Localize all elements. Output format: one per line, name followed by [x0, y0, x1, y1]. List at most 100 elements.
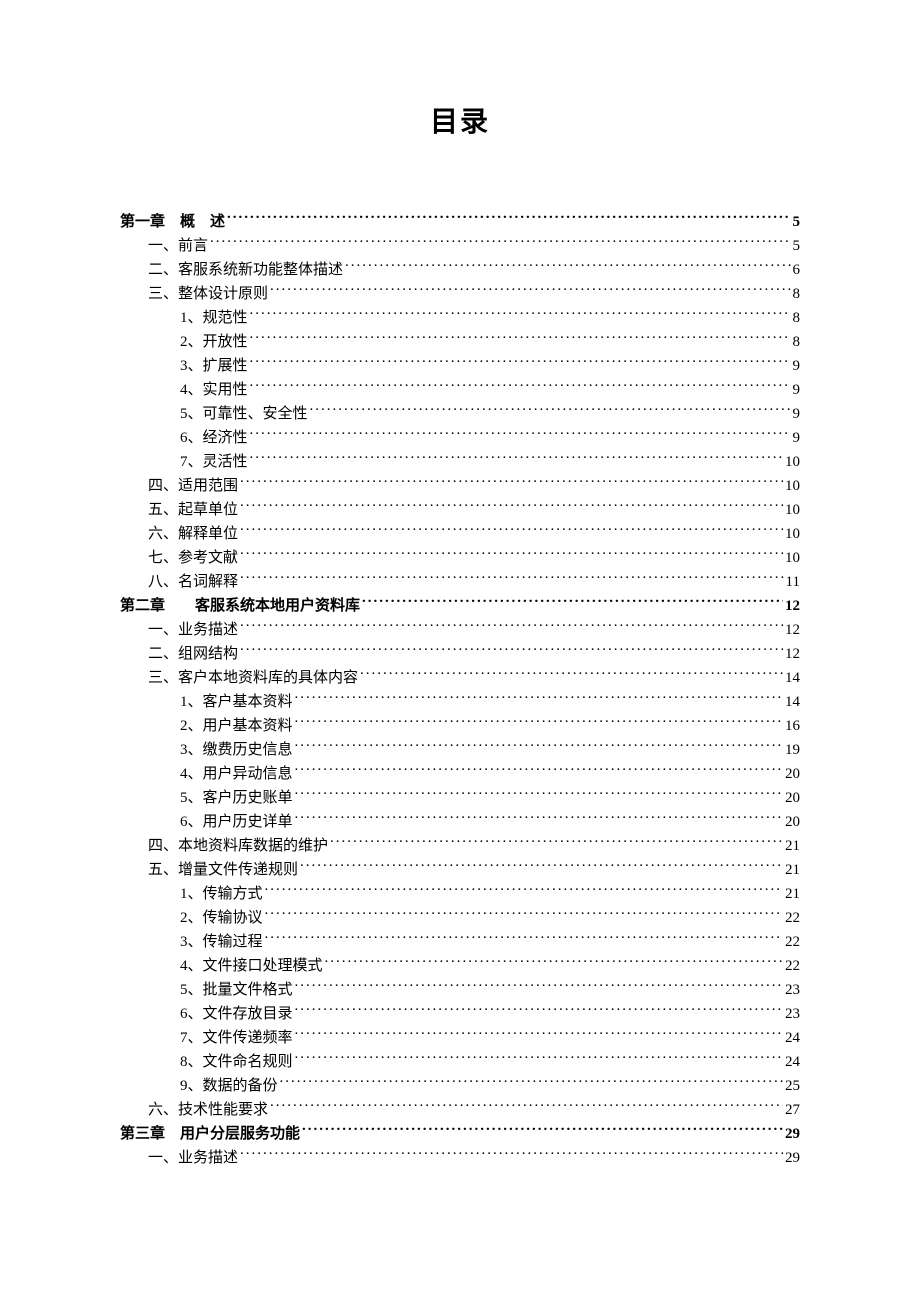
toc-entry-page: 21: [785, 834, 800, 858]
toc-entry[interactable]: 4、文件接口处理模式22: [120, 954, 800, 978]
toc-entry-label: 3、传输过程: [180, 930, 263, 954]
toc-entry-page: 10: [785, 522, 800, 546]
toc-entry[interactable]: 二、组网结构12: [120, 642, 800, 666]
toc-entry[interactable]: 6、经济性9: [120, 426, 800, 450]
toc-entry-label: 七、参考文献: [148, 546, 238, 570]
toc-leader-dots: [295, 739, 783, 754]
toc-entry-label: 1、传输方式: [180, 882, 263, 906]
toc-entry-label: 9、数据的备份: [180, 1074, 278, 1098]
toc-entry[interactable]: 五、起草单位10: [120, 498, 800, 522]
toc-entry-page: 25: [785, 1074, 800, 1098]
toc-entry[interactable]: 3、缴费历史信息19: [120, 738, 800, 762]
document-page: 目录 第一章 概 述5一、前言5二、客服系统新功能整体描述6三、整体设计原则81…: [0, 0, 920, 1302]
toc-entry-label: 6、文件存放目录: [180, 1002, 293, 1026]
toc-leader-dots: [362, 595, 783, 610]
toc-leader-dots: [295, 1027, 783, 1042]
toc-entry-label: 5、可靠性、安全性: [180, 402, 308, 426]
toc-entry[interactable]: 5、可靠性、安全性9: [120, 402, 800, 426]
toc-entry-label: 四、本地资料库数据的维护: [148, 834, 328, 858]
toc-entry[interactable]: 4、用户异动信息 20: [120, 762, 800, 786]
toc-entry[interactable]: 五、增量文件传递规则21: [120, 858, 800, 882]
toc-entry-label: 二、组网结构: [148, 642, 238, 666]
toc-entry-label: 3、扩展性: [180, 354, 248, 378]
toc-entry[interactable]: 4、实用性9: [120, 378, 800, 402]
toc-entry-page: 20: [785, 810, 800, 834]
toc-entry[interactable]: 3、传输过程22: [120, 930, 800, 954]
toc-entry-page: 6: [793, 258, 801, 282]
toc-entry-page: 9: [793, 378, 801, 402]
toc-leader-dots: [250, 451, 783, 466]
toc-entry-label: 五、起草单位: [148, 498, 238, 522]
toc-leader-dots: [345, 259, 790, 274]
toc-entry[interactable]: 六、技术性能要求27: [120, 1098, 800, 1122]
toc-entry-page: 10: [785, 450, 800, 474]
toc-entry-page: 8: [793, 282, 801, 306]
toc-entry[interactable]: 一、业务描述29: [120, 1146, 800, 1170]
toc-entry-page: 20: [785, 786, 800, 810]
toc-entry-label: 6、用户历史详单: [180, 810, 293, 834]
toc-entry-page: 19: [785, 738, 800, 762]
toc-entry-label: 一、业务描述: [148, 618, 238, 642]
toc-entry[interactable]: 5、客户历史账单20: [120, 786, 800, 810]
toc-entry-label: 4、用户异动信息: [180, 762, 293, 786]
toc-entry[interactable]: 5、批量文件格式23: [120, 978, 800, 1002]
page-title: 目录: [120, 100, 800, 140]
toc-entry[interactable]: 1、传输方式21: [120, 882, 800, 906]
toc-entry-label: 一、前言: [148, 234, 208, 258]
toc-entry[interactable]: 2、开放性8: [120, 330, 800, 354]
toc-entry-label: 2、传输协议: [180, 906, 263, 930]
toc-entry[interactable]: 一、业务描述12: [120, 618, 800, 642]
toc-leader-dots: [360, 667, 783, 682]
toc-entry[interactable]: 一、前言5: [120, 234, 800, 258]
toc-leader-dots: [295, 787, 783, 802]
toc-leader-dots: [302, 1123, 783, 1138]
table-of-contents: 第一章 概 述5一、前言5二、客服系统新功能整体描述6三、整体设计原则 81、规范…: [120, 210, 800, 1170]
toc-entry[interactable]: 7、文件传递频率24: [120, 1026, 800, 1050]
toc-leader-dots: [240, 475, 783, 490]
toc-entry-label: 第二章 客服系统本地用户资料库: [120, 594, 360, 618]
toc-entry-page: 12: [785, 594, 800, 618]
toc-entry[interactable]: 1、规范性8: [120, 306, 800, 330]
toc-leader-dots: [295, 811, 783, 826]
toc-entry[interactable]: 第二章 客服系统本地用户资料库 12: [120, 594, 800, 618]
toc-entry-page: 16: [785, 714, 800, 738]
toc-entry[interactable]: 三、整体设计原则 8: [120, 282, 800, 306]
toc-entry-label: 五、增量文件传递规则: [148, 858, 298, 882]
toc-entry[interactable]: 6、用户历史详单 20: [120, 810, 800, 834]
toc-entry[interactable]: 6、文件存放目录23: [120, 1002, 800, 1026]
toc-entry-page: 29: [785, 1146, 800, 1170]
toc-entry[interactable]: 四、本地资料库数据的维护 21: [120, 834, 800, 858]
toc-entry[interactable]: 第一章 概 述5: [120, 210, 800, 234]
toc-entry-page: 8: [793, 330, 801, 354]
toc-entry-label: 三、整体设计原则: [148, 282, 268, 306]
toc-leader-dots: [295, 763, 783, 778]
toc-entry-page: 8: [793, 306, 801, 330]
toc-leader-dots: [240, 571, 784, 586]
toc-leader-dots: [250, 307, 791, 322]
toc-entry-page: 11: [786, 570, 800, 594]
toc-leader-dots: [265, 907, 783, 922]
toc-entry[interactable]: 1、客户基本资料14: [120, 690, 800, 714]
toc-entry[interactable]: 7、灵活性10: [120, 450, 800, 474]
toc-leader-dots: [295, 715, 783, 730]
toc-entry[interactable]: 2、传输协议22: [120, 906, 800, 930]
toc-entry[interactable]: 8、文件命名规则24: [120, 1050, 800, 1074]
toc-entry-label: 四、适用范围: [148, 474, 238, 498]
toc-entry[interactable]: 第三章 用户分层服务功能29: [120, 1122, 800, 1146]
toc-entry-page: 20: [785, 762, 800, 786]
toc-leader-dots: [240, 547, 783, 562]
toc-entry-page: 9: [793, 354, 801, 378]
toc-entry[interactable]: 六、解释单位10: [120, 522, 800, 546]
toc-entry-page: 24: [785, 1050, 800, 1074]
toc-entry[interactable]: 2、用户基本资料16: [120, 714, 800, 738]
toc-entry[interactable]: 3、扩展性 9: [120, 354, 800, 378]
toc-leader-dots: [295, 1003, 783, 1018]
toc-entry[interactable]: 9、数据的备份 25: [120, 1074, 800, 1098]
toc-entry[interactable]: 七、参考文献10: [120, 546, 800, 570]
toc-entry[interactable]: 二、客服系统新功能整体描述6: [120, 258, 800, 282]
toc-entry[interactable]: 四、适用范围10: [120, 474, 800, 498]
toc-entry[interactable]: 三、客户本地资料库的具体内容14: [120, 666, 800, 690]
toc-entry-page: 29: [785, 1122, 800, 1146]
toc-entry[interactable]: 八、名词解释11: [120, 570, 800, 594]
toc-entry-page: 24: [785, 1026, 800, 1050]
